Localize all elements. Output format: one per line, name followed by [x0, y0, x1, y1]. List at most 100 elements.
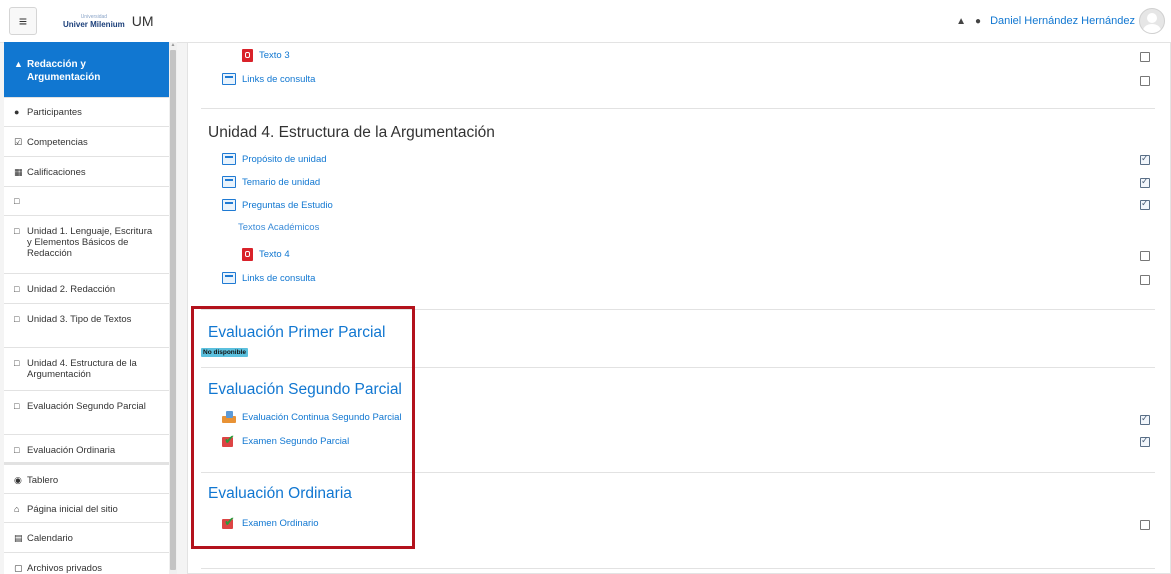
- drawer-item-label: Unidad 1. Lenguaje, Escritura y Elemento…: [27, 226, 153, 259]
- site-name[interactable]: UM: [132, 13, 154, 29]
- activity-links-consulta[interactable]: Links de consulta: [222, 73, 315, 85]
- pdf-icon: [242, 49, 253, 62]
- completion-checkbox-checked[interactable]: [1140, 176, 1150, 188]
- activity-preguntas[interactable]: Preguntas de Estudio: [222, 199, 333, 211]
- section-divider: [201, 309, 1155, 310]
- drawer-item-unidad-4[interactable]: □ Unidad 4. Estructura de la Argumentaci…: [4, 348, 169, 391]
- activity-texto-4[interactable]: Texto 4: [242, 248, 290, 261]
- drawer-item-label: Archivos privados: [27, 563, 102, 574]
- activity-temario[interactable]: Temario de unidad: [222, 176, 320, 188]
- folder-icon: □: [14, 314, 20, 324]
- activity-label: Texto 3: [259, 50, 290, 61]
- drawer-item-home[interactable]: ⌂ Página inicial del sitio: [4, 494, 169, 523]
- section-title-unidad-4[interactable]: Unidad 4. Estructura de la Argumentación: [208, 124, 495, 142]
- drawer-item-label: Competencias: [27, 137, 88, 148]
- users-icon: ●: [14, 107, 20, 117]
- activity-label: Temario de unidad: [242, 176, 321, 188]
- activity-label: Evaluación Continua Segundo Parcial: [242, 412, 402, 423]
- activity-links-consulta-2[interactable]: Links de consulta: [222, 272, 315, 284]
- activity-examen-ordinario[interactable]: Examen Ordinario: [222, 514, 319, 530]
- completion-checkbox-checked[interactable]: [1140, 153, 1150, 165]
- scroll-up-arrow-icon[interactable]: ▲: [169, 42, 177, 48]
- dashboard-icon: ◉: [14, 475, 22, 485]
- bell-icon[interactable]: ▲: [956, 16, 966, 27]
- drawer-item-label: Unidad 3. Tipo de Textos: [27, 314, 132, 325]
- drawer-item-eval-ordinaria[interactable]: □ Evaluación Ordinaria: [4, 435, 169, 465]
- navbar-right: ▲ ● Daniel Hernández Hernández: [956, 8, 1165, 34]
- scroll-thumb[interactable]: [170, 50, 176, 570]
- activity-eval-continua[interactable]: Evaluación Continua Segundo Parcial: [222, 411, 402, 424]
- drawer-item-label: Participantes: [27, 107, 82, 118]
- activity-label: Propósito de unidad: [242, 153, 327, 165]
- drawer-item-course[interactable]: ▲ Redacción y Argumentación: [4, 42, 169, 98]
- completion-checkbox[interactable]: [1140, 76, 1150, 86]
- completion-checkbox-checked[interactable]: [1140, 435, 1150, 447]
- pdf-icon: [242, 248, 253, 261]
- completion-checkbox[interactable]: [1140, 52, 1150, 62]
- drawer-item-tablero[interactable]: ◉ Tablero: [4, 465, 169, 494]
- file-icon: ▢: [14, 563, 23, 573]
- page-icon: [222, 272, 236, 284]
- drawer-item-label: Unidad 4. Estructura de la Argumentación: [27, 358, 137, 380]
- activity-texto-3[interactable]: Texto 3: [242, 49, 290, 62]
- activity-label: Texto 4: [259, 249, 290, 260]
- user-menu-name[interactable]: Daniel Hernández Hernández: [990, 15, 1135, 27]
- menu-toggle-button[interactable]: ≡: [9, 7, 37, 35]
- folder-icon: □: [14, 284, 20, 294]
- top-navbar: ≡ Universidad Univer Milenium UM ▲ ● Dan…: [0, 0, 1171, 43]
- drawer-item-label: Unidad 2. Redacción: [27, 284, 116, 295]
- avatar[interactable]: [1139, 8, 1165, 34]
- quiz-icon: [222, 432, 236, 448]
- drawer-item-label: Redacción y Argumentación: [27, 59, 101, 83]
- section-divider: [201, 367, 1155, 368]
- drawer-item-label: Evaluación Segundo Parcial: [27, 401, 146, 412]
- nav-drawer: ▲ Redacción y Argumentación ● Participan…: [4, 42, 170, 574]
- page-icon: [222, 176, 236, 188]
- activity-label: Examen Segundo Parcial: [242, 436, 350, 447]
- drawer-item-label: Calificaciones: [27, 167, 86, 178]
- drawer-item-competencias[interactable]: ☑ Competencias: [4, 127, 169, 157]
- status-badge: No disponible: [201, 348, 248, 357]
- drawer-item-eval-segundo[interactable]: □ Evaluación Segundo Parcial: [4, 391, 169, 435]
- drawer-item-label: Tablero: [27, 475, 59, 486]
- drawer-scrollbar[interactable]: ▲: [169, 42, 177, 574]
- completion-checkbox-checked[interactable]: [1140, 198, 1150, 210]
- section-divider: [201, 472, 1155, 473]
- drawer-item-unidad-1[interactable]: □ Unidad 1. Lenguaje, Escritura y Elemen…: [4, 216, 169, 274]
- activity-proposito[interactable]: Propósito de unidad: [222, 153, 327, 165]
- table-icon: ▦: [14, 167, 23, 177]
- drawer-item-label: Evaluación Ordinaria: [27, 445, 116, 456]
- completion-checkbox[interactable]: [1140, 520, 1150, 530]
- completion-checkbox[interactable]: [1140, 275, 1150, 285]
- drawer-item-participantes[interactable]: ● Participantes: [4, 98, 169, 127]
- section-title-segundo-parcial[interactable]: Evaluación Segundo Parcial: [208, 381, 402, 399]
- activity-label: Examen Ordinario: [242, 518, 319, 529]
- page-icon: [222, 199, 236, 211]
- drawer-item-archivos[interactable]: ▢ Archivos privados: [4, 553, 169, 574]
- section-title-primer-parcial[interactable]: Evaluación Primer Parcial: [208, 324, 385, 342]
- chat-icon[interactable]: ●: [975, 16, 981, 27]
- drawer-item-unidad-2[interactable]: □ Unidad 2. Redacción: [4, 274, 169, 304]
- completion-checkbox[interactable]: [1140, 251, 1150, 261]
- section-title-ordinaria[interactable]: Evaluación Ordinaria: [208, 485, 352, 503]
- subheading-textos-academicos: Textos Académicos: [238, 222, 320, 233]
- folder-icon: □: [14, 196, 20, 206]
- graduation-cap-icon: ▲: [14, 59, 23, 69]
- page-icon: [222, 73, 236, 85]
- drawer-item-calendario[interactable]: ▤ Calendario: [4, 523, 169, 553]
- hamburger-icon: ≡: [18, 13, 28, 29]
- drawer-item-label: Página inicial del sitio: [27, 504, 118, 515]
- lesson-icon: [222, 411, 236, 424]
- calendar-icon: ▤: [14, 533, 23, 543]
- activity-label: Links de consulta: [242, 73, 316, 85]
- activity-label: Links de consulta: [242, 272, 316, 284]
- logo-main-text: Univer Milenium: [63, 20, 125, 29]
- section-divider: [201, 108, 1155, 109]
- drawer-item-general[interactable]: □: [4, 187, 169, 216]
- completion-checkbox-checked[interactable]: [1140, 413, 1150, 425]
- activity-examen-segundo[interactable]: Examen Segundo Parcial: [222, 432, 350, 448]
- checkbox-icon: ☑: [14, 137, 23, 147]
- drawer-item-unidad-3[interactable]: □ Unidad 3. Tipo de Textos: [4, 304, 169, 348]
- drawer-item-calificaciones[interactable]: ▦ Calificaciones: [4, 157, 169, 187]
- site-logo[interactable]: Universidad Univer Milenium: [63, 13, 125, 29]
